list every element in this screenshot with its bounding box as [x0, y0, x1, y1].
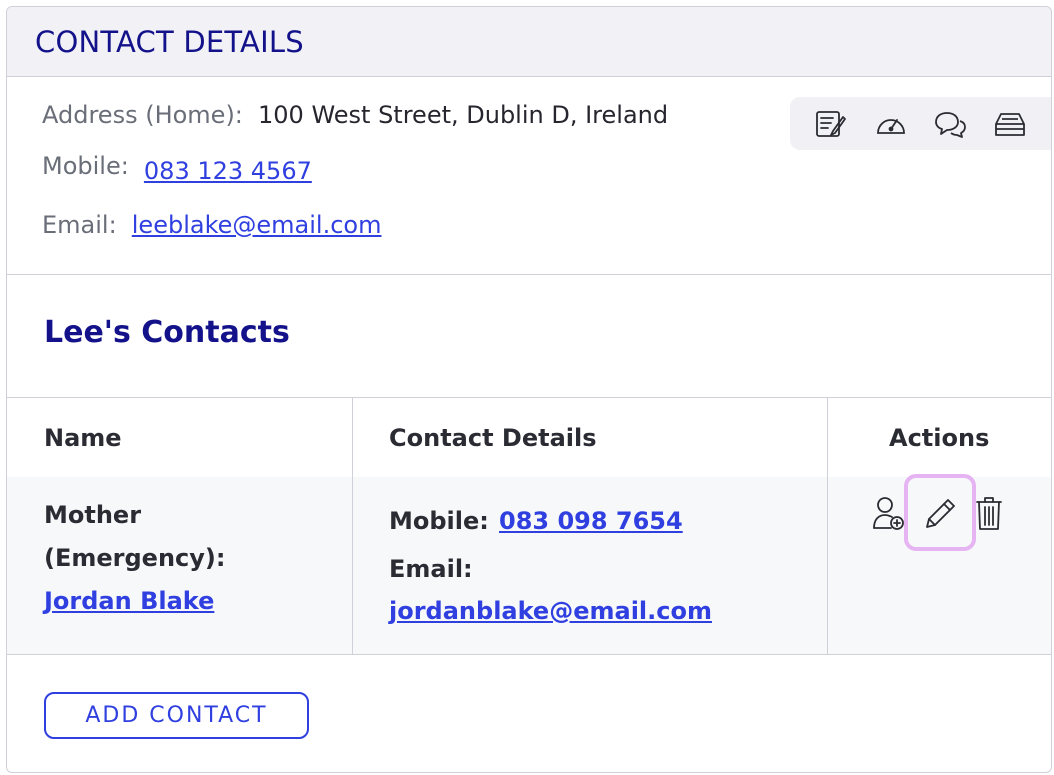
mobile-label: Mobile: [42, 152, 129, 180]
contact-name-link[interactable]: Jordan Blake [44, 587, 214, 615]
card-header: CONTACT DETAILS [7, 7, 1051, 77]
email-label: Email: [42, 211, 117, 239]
column-header-actions: Actions [889, 424, 990, 452]
mobile-link[interactable]: 083 123 4567 [144, 157, 312, 185]
section-divider [7, 274, 1051, 275]
address-value: 100 West Street, Dublin D, Ireland [258, 101, 669, 129]
column-header-contact-details: Contact Details [389, 424, 597, 452]
add-contact-button[interactable]: ADD CONTACT [44, 692, 309, 739]
inbox-tray-icon[interactable] [992, 109, 1028, 139]
mobile-row: Mobile: 083 123 4567 [42, 152, 312, 185]
column-divider [827, 397, 828, 655]
add-user-icon[interactable] [871, 495, 905, 531]
address-row: Address (Home): 100 West Street, Dublin … [42, 101, 668, 129]
contact-mobile-link[interactable]: 083 098 7654 [499, 507, 683, 535]
contacts-section-title: Lee's Contacts [44, 315, 290, 350]
contacts-table-header: Name Contact Details Actions [7, 397, 1051, 478]
contact-email-link[interactable]: jordanblake@email.com [389, 597, 712, 625]
page-title: CONTACT DETAILS [35, 25, 304, 59]
address-label: Address (Home): [42, 101, 243, 129]
pencil-edit-icon[interactable] [922, 496, 958, 532]
column-header-name: Name [44, 424, 122, 452]
trash-delete-icon[interactable] [974, 494, 1004, 532]
email-row: Email: leeblake@email.com [42, 211, 381, 239]
dashboard-gauge-icon[interactable] [873, 109, 909, 139]
email-link[interactable]: leeblake@email.com [132, 211, 382, 239]
contact-details-card: CONTACT DETAILS Address (Home): 100 West… [6, 6, 1052, 773]
contact-email-label: Email: [389, 555, 473, 583]
notes-icon[interactable] [813, 109, 849, 139]
quick-actions-toolbar [790, 97, 1051, 150]
column-divider [352, 397, 353, 655]
contact-mobile-label: Mobile: [389, 507, 489, 535]
contact-relation: Mother [44, 501, 142, 529]
contact-relation-type: (Emergency): [44, 544, 226, 572]
chat-bubbles-icon[interactable] [932, 109, 968, 139]
